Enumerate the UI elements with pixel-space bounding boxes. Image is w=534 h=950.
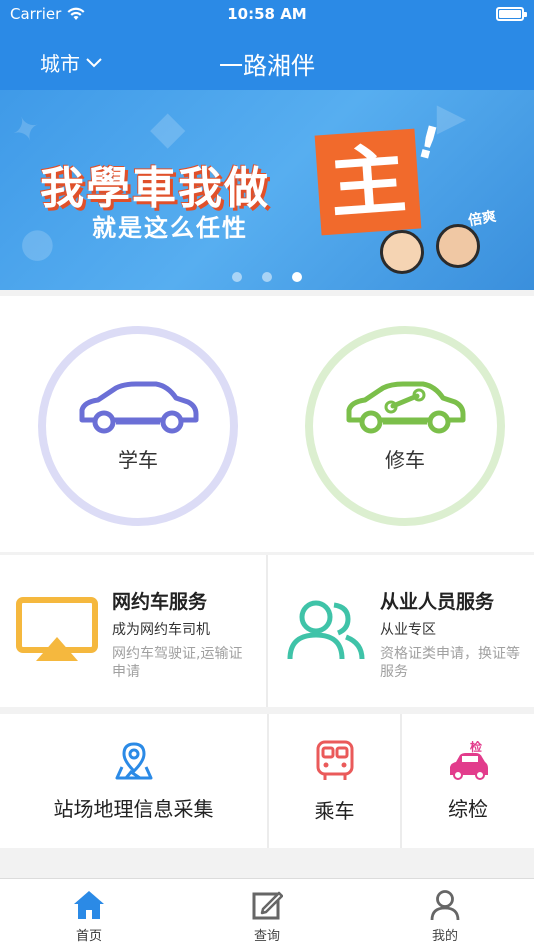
services-panel: 网约车服务 成为网约车司机 网约车驾驶证,运输证申请 从业人员服务 从业专区 资… xyxy=(0,555,534,707)
banner-headline: 我學車我做 xyxy=(40,163,270,214)
banner-person-illustration xyxy=(380,230,424,274)
banner-person-illustration xyxy=(436,224,480,268)
tab-bar: 首页 查询 我的 xyxy=(0,878,534,950)
bus-icon xyxy=(316,740,353,780)
learn-driving-label: 学车 xyxy=(118,447,158,472)
car-icon xyxy=(79,381,199,433)
battery-icon xyxy=(496,7,527,21)
tab-query-label: 查询 xyxy=(253,929,280,944)
airplay-icon xyxy=(16,597,98,661)
practitioner-title: 从业人员服务 xyxy=(380,591,495,613)
tab-query[interactable]: 查询 xyxy=(178,879,356,950)
banner-watermark: ● xyxy=(20,220,55,266)
tools-panel: 站场地理信息采集 乘车 检 综检 xyxy=(0,714,534,848)
station-geo-info-button[interactable]: 站场地理信息采集 xyxy=(0,714,267,848)
practitioner-service[interactable]: 从业人员服务 从业专区 资格证类申请，换证等服务 xyxy=(268,555,534,707)
banner-headline-char: 主 xyxy=(314,128,422,236)
ride-hailing-service[interactable]: 网约车服务 成为网约车司机 网约车驾驶证,运输证申请 xyxy=(0,555,266,707)
carousel-dots xyxy=(0,272,534,282)
status-bar: Carrier 10:58 AM xyxy=(0,0,534,30)
tab-home[interactable]: 首页 xyxy=(0,879,178,950)
home-icon xyxy=(74,891,104,919)
car-inspection-icon: 检 xyxy=(450,741,488,780)
inspection-badge: 检 xyxy=(470,741,482,754)
inspection-button[interactable]: 检 综检 xyxy=(402,714,534,848)
ride-hailing-title: 网约车服务 xyxy=(112,591,208,613)
promo-banner[interactable]: ✦ ◆ ▲ ● 我學車我做 主 ! 就是这么任性 倍爽 xyxy=(0,90,534,290)
user-icon xyxy=(430,890,460,921)
car-repair-label: 修车 xyxy=(385,447,425,472)
nav-bar: 城市 一路湘伴 xyxy=(0,30,534,90)
ride-label: 乘车 xyxy=(314,798,355,823)
edit-icon xyxy=(252,891,283,920)
banner-watermark: ◆ xyxy=(150,100,186,154)
carousel-dot-active[interactable] xyxy=(292,272,302,282)
car-repair-button[interactable]: 修车 xyxy=(305,326,505,526)
ride-hailing-subtitle: 成为网约车司机 xyxy=(112,622,210,638)
banner-watermark: ✦ xyxy=(6,106,47,154)
learn-driving-button[interactable]: 学车 xyxy=(38,326,238,526)
tab-mine[interactable]: 我的 xyxy=(356,879,534,950)
ride-hailing-desc: 网约车驾驶证,运输证申请 xyxy=(112,646,243,680)
inspection-label: 综检 xyxy=(448,796,488,821)
practitioner-subtitle: 从业专区 xyxy=(380,622,436,638)
people-icon xyxy=(287,600,365,660)
page-title: 一路湘伴 xyxy=(219,52,315,80)
banner-exclaim: ! xyxy=(411,116,445,171)
carousel-dot[interactable] xyxy=(262,272,272,282)
tab-home-label: 首页 xyxy=(75,929,102,944)
tab-mine-label: 我的 xyxy=(431,929,458,944)
map-pin-icon xyxy=(115,741,152,779)
ride-button[interactable]: 乘车 xyxy=(269,714,400,848)
banner-promo: 倍爽 xyxy=(466,208,498,230)
banner-subline: 就是这么任性 xyxy=(92,214,248,242)
car-wrench-icon xyxy=(346,381,466,433)
status-time: 10:58 AM xyxy=(227,5,307,23)
station-geo-info-label: 站场地理信息采集 xyxy=(53,796,214,821)
main-modules: 学车 修车 xyxy=(0,296,534,552)
practitioner-desc: 资格证类申请，换证等服务 xyxy=(380,646,520,680)
carousel-dot[interactable] xyxy=(232,272,242,282)
